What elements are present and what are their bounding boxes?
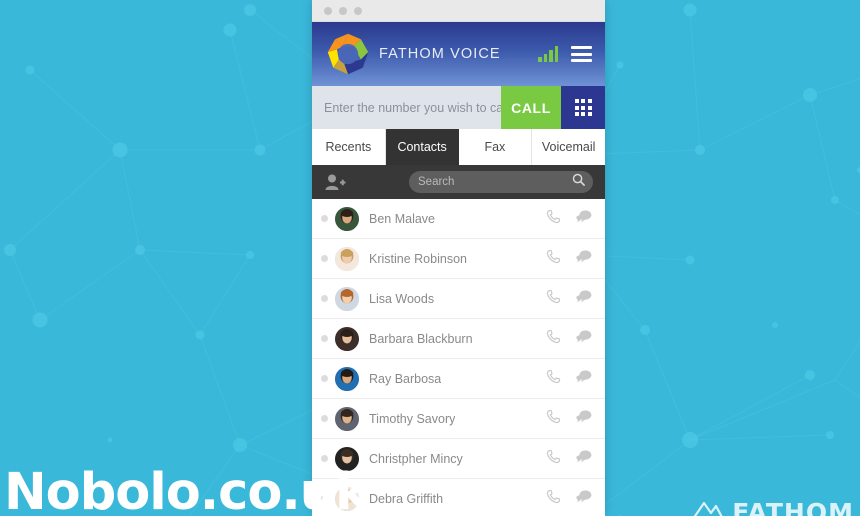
contact-row[interactable]: Lisa Woods <box>312 279 605 319</box>
chat-bubble-icon[interactable] <box>576 489 592 508</box>
contact-name: Timothy Savory <box>369 411 456 426</box>
chat-bubble-icon[interactable] <box>576 449 592 468</box>
contact-name: Kristine Robinson <box>369 251 467 266</box>
add-person-icon[interactable] <box>324 173 346 191</box>
chat-bubble-icon[interactable] <box>576 329 592 348</box>
chat-bubble-icon[interactable] <box>576 209 592 228</box>
avatar-barbara-blackburn <box>335 326 359 351</box>
fathom-mark-icon <box>691 497 725 516</box>
phone-handset-icon[interactable] <box>546 249 561 269</box>
presence-dot-icon <box>321 255 328 262</box>
chat-bubble-icon[interactable] <box>576 369 592 388</box>
hamburger-menu-icon[interactable] <box>571 46 592 62</box>
window-maximize-dot[interactable] <box>354 6 362 15</box>
chat-bubble-icon[interactable] <box>576 409 592 428</box>
presence-dot-icon <box>321 295 328 302</box>
magnifier-icon[interactable] <box>572 173 585 191</box>
dialer-row: CALL <box>312 86 605 129</box>
phone-handset-icon[interactable] <box>546 329 561 349</box>
contact-name: Christpher Mincy <box>369 451 463 466</box>
presence-dot-icon <box>321 375 328 382</box>
avatar-kristine-robinson <box>335 246 359 271</box>
tab-bar: Recents Contacts Fax Voicemail <box>312 129 605 165</box>
tab-fax[interactable]: Fax <box>458 129 533 165</box>
watermark-fathom-text: FATHOM <box>732 498 854 516</box>
contact-name: Debra Griffith <box>369 491 444 506</box>
phone-handset-icon[interactable] <box>546 369 561 389</box>
contact-name: Ray Barbosa <box>369 371 442 386</box>
app-header: FATHOM VOICE <box>312 22 605 86</box>
contacts-toolbar <box>312 165 605 199</box>
avatar-timothy-savory <box>335 406 359 431</box>
watermark-fathom: FATHOM <box>691 497 854 516</box>
contact-row[interactable]: Timothy Savory <box>312 399 605 439</box>
contact-name: Ben Malave <box>369 211 436 226</box>
chat-bubble-icon[interactable] <box>576 289 592 308</box>
search-input[interactable] <box>418 176 572 188</box>
contact-row[interactable]: Barbara Blackburn <box>312 319 605 359</box>
contact-name: Lisa Woods <box>369 291 435 306</box>
presence-dot-icon <box>321 415 328 422</box>
fathom-octagon-logo <box>325 31 371 77</box>
tab-contacts[interactable]: Contacts <box>385 129 459 165</box>
chat-bubble-icon[interactable] <box>576 249 592 268</box>
phone-handset-icon[interactable] <box>546 289 561 309</box>
window-minimize-dot[interactable] <box>339 6 347 15</box>
search-field[interactable] <box>409 171 593 193</box>
contact-row[interactable]: Kristine Robinson <box>312 239 605 279</box>
app-brand-name: FATHOM VOICE <box>379 46 501 62</box>
phone-handset-icon[interactable] <box>546 449 561 469</box>
presence-dot-icon <box>321 335 328 342</box>
contact-name: Barbara Blackburn <box>369 331 473 346</box>
avatar-lisa-woods <box>335 286 359 311</box>
app-window: FATHOM VOICE CALL Recents Contacts Fax V… <box>312 0 605 516</box>
presence-dot-icon <box>321 215 328 222</box>
call-button[interactable]: CALL <box>501 86 561 129</box>
phone-handset-icon[interactable] <box>546 489 561 509</box>
keypad-grid-icon <box>574 99 592 116</box>
contact-row[interactable]: Ben Malave <box>312 199 605 239</box>
avatar-ben-malave <box>335 206 359 231</box>
tab-recents[interactable]: Recents <box>312 129 386 165</box>
presence-dot-icon <box>321 455 328 462</box>
dial-number-input[interactable] <box>312 86 501 129</box>
avatar-ray-barbosa <box>335 366 359 391</box>
window-close-dot[interactable] <box>324 6 332 15</box>
phone-handset-icon[interactable] <box>546 209 561 229</box>
window-titlebar <box>312 0 605 22</box>
contact-row[interactable]: Ray Barbosa <box>312 359 605 399</box>
watermark-nobolo: Nobolo.co.uk <box>4 463 369 516</box>
phone-handset-icon[interactable] <box>546 409 561 429</box>
keypad-button[interactable] <box>561 86 605 129</box>
tab-voicemail[interactable]: Voicemail <box>532 129 605 165</box>
signal-bars-icon <box>538 46 558 62</box>
